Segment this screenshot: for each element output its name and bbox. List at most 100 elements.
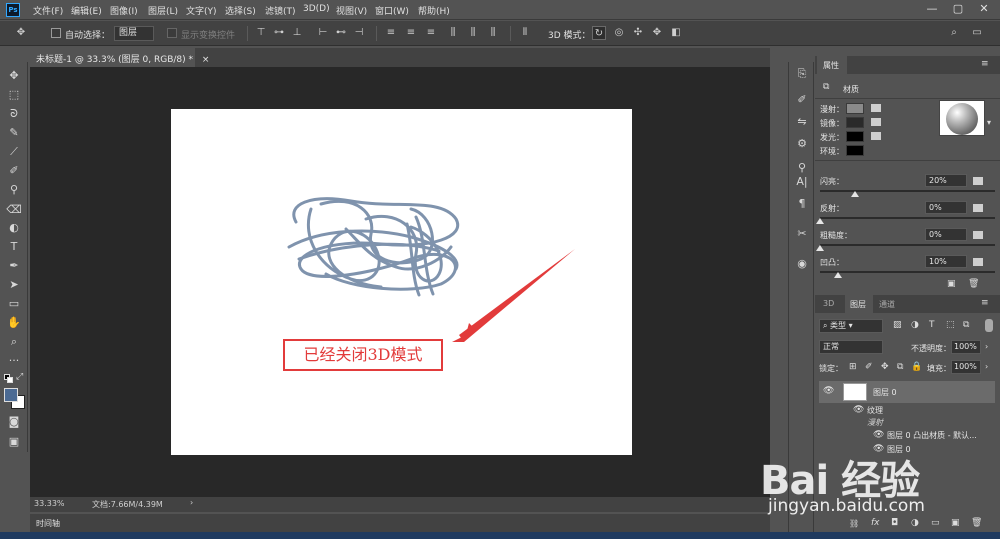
new-material-icon[interactable]: ▣ — [947, 279, 956, 289]
slide-3d-icon[interactable]: ✥ — [650, 26, 664, 40]
adjustments-icon[interactable]: ⇋ — [794, 114, 810, 130]
foreground-color-swatch[interactable] — [4, 388, 18, 402]
diffuse-folder-icon[interactable] — [871, 104, 881, 112]
layer-effect-diffuse[interactable]: 漫射 — [867, 417, 883, 428]
close-window-button[interactable]: ✕ — [974, 0, 994, 18]
lock-all-icon[interactable]: 🔒 — [911, 362, 922, 372]
shine-slider[interactable] — [820, 190, 995, 192]
maximize-button[interactable]: ▢ — [948, 0, 968, 18]
zoom-tool-icon[interactable]: ⌕ — [6, 334, 22, 350]
bump-slider[interactable] — [820, 271, 995, 273]
menu-window[interactable]: 窗口(W) — [375, 4, 409, 17]
zoom-level[interactable]: 33.33% — [34, 499, 65, 508]
bump-value[interactable]: 10% — [925, 255, 967, 268]
lock-artboard-icon[interactable]: ⧉ — [897, 362, 903, 372]
diffuse-swatch[interactable] — [846, 103, 864, 114]
menu-file[interactable]: 文件(F) — [33, 4, 63, 17]
distribute-right-icon[interactable]: ⫼ — [486, 26, 500, 40]
lock-position-icon[interactable]: ✥ — [881, 362, 889, 372]
roughness-slider[interactable] — [820, 244, 995, 246]
dodge-tool-icon[interactable]: ◐ — [6, 220, 22, 236]
layer-name[interactable]: 图层 0 — [873, 387, 897, 398]
lock-pixels-icon[interactable]: ✐ — [865, 362, 873, 372]
specular-swatch[interactable] — [846, 117, 864, 128]
align-hcenter-icon[interactable]: ⊷ — [334, 26, 348, 40]
specular-folder-icon[interactable] — [871, 118, 881, 126]
shine-value[interactable]: 20% — [925, 174, 967, 187]
distribute-top-icon[interactable]: ≡ — [384, 26, 398, 40]
illumination-swatch[interactable] — [846, 131, 864, 142]
menu-type[interactable]: 文字(Y) — [186, 4, 217, 17]
scale-3d-icon[interactable]: ◧ — [669, 26, 683, 40]
bump-slider-knob[interactable] — [833, 272, 842, 278]
filter-shape-icon[interactable]: ⬚ — [946, 320, 955, 330]
filter-adjustment-icon[interactable]: ◑ — [911, 320, 919, 330]
pen-tool-icon[interactable]: ✒ — [6, 258, 22, 274]
swap-colors-icon[interactable]: ⤢ — [16, 372, 23, 382]
filter-smart-icon[interactable]: ⧉ — [963, 320, 969, 330]
roughness-value[interactable]: 0% — [925, 228, 967, 241]
layer-row[interactable]: 👁 图层 0 — [819, 381, 995, 403]
panel-menu-icon[interactable]: ≡ — [981, 298, 989, 308]
tab-channels[interactable]: 通道 — [879, 299, 895, 310]
filter-toggle[interactable] — [985, 319, 993, 332]
screen-mode-icon[interactable]: ▣ — [6, 434, 22, 450]
close-tab-icon[interactable]: × — [202, 55, 210, 65]
material-picker-chevron-icon[interactable]: ▾ — [987, 118, 991, 127]
minimize-button[interactable]: — — [922, 0, 942, 18]
layer-filter-select[interactable]: ⌕ 类型 ▾ — [819, 319, 883, 333]
roughness-slider-knob[interactable] — [816, 245, 824, 251]
show-transform-checkbox[interactable] — [167, 28, 177, 38]
lock-transparent-icon[interactable]: ⊞ — [849, 362, 857, 372]
stamp-tool-icon[interactable]: ⚲ — [6, 182, 22, 198]
fill-chevron-icon[interactable]: › — [985, 362, 988, 371]
illumination-folder-icon[interactable] — [871, 132, 881, 140]
quick-mask-icon[interactable]: ◙ — [6, 414, 22, 430]
pan-3d-icon[interactable]: ✣ — [631, 26, 645, 40]
path-select-tool-icon[interactable]: ➤ — [6, 277, 22, 293]
lasso-tool-icon[interactable]: ᘐ — [6, 106, 22, 122]
menu-image[interactable]: 图像(I) — [110, 4, 138, 17]
align-right-icon[interactable]: ⊣ — [352, 26, 366, 40]
menu-edit[interactable]: 编辑(E) — [71, 4, 102, 17]
shine-folder-icon[interactable] — [973, 177, 983, 185]
opacity-input[interactable]: 100% — [951, 340, 981, 354]
panel-menu-icon[interactable]: ≡ — [981, 59, 989, 69]
align-left-icon[interactable]: ⊢ — [316, 26, 330, 40]
auto-select-dropdown[interactable]: 图层 — [114, 26, 154, 41]
link-layers-icon[interactable]: ⛓ — [849, 519, 859, 528]
more-tools-icon[interactable]: ··· — [6, 353, 22, 369]
brush-tool-icon[interactable]: ✐ — [6, 163, 22, 179]
menu-select[interactable]: 选择(S) — [225, 4, 256, 17]
default-colors-icon[interactable] — [4, 374, 14, 384]
reflection-slider-knob[interactable] — [816, 218, 824, 224]
material-preview[interactable] — [939, 100, 985, 136]
auto-align-icon[interactable]: ⫴ — [518, 26, 532, 40]
history-icon[interactable]: ⎘ — [794, 66, 810, 82]
document-canvas[interactable] — [171, 109, 632, 455]
opacity-chevron-icon[interactable]: › — [985, 342, 988, 351]
type-tool-icon[interactable]: T — [6, 239, 22, 255]
menu-view[interactable]: 视图(V) — [336, 4, 367, 17]
distribute-vcenter-icon[interactable]: ≡ — [404, 26, 418, 40]
status-menu-chevron-icon[interactable]: › — [190, 498, 193, 507]
filter-type-icon[interactable]: T — [929, 320, 935, 330]
hand-tool-icon[interactable]: ✋ — [6, 315, 22, 331]
character-icon[interactable]: A| — [794, 174, 810, 190]
visibility-eye-icon[interactable]: 👁 — [853, 405, 864, 415]
align-vcenter-icon[interactable]: ⊶ — [272, 26, 286, 40]
roughness-folder-icon[interactable] — [973, 231, 983, 239]
timeline-tab[interactable]: 时间轴 — [36, 518, 60, 529]
quick-select-tool-icon[interactable]: ✎ — [6, 125, 22, 141]
move-tool-icon[interactable]: ✥ — [6, 68, 22, 84]
layer-effect-texture[interactable]: 纹理 — [867, 405, 883, 416]
fill-input[interactable]: 100% — [951, 360, 981, 374]
menu-3d[interactable]: 3D(D) — [303, 4, 330, 14]
libraries-icon[interactable]: ◉ — [794, 256, 810, 272]
tab-layers[interactable]: 图层 — [850, 299, 866, 310]
align-bottom-icon[interactable]: ⊥ — [290, 26, 304, 40]
visibility-eye-icon[interactable]: 👁 — [823, 386, 834, 396]
properties-tab[interactable]: 属性 — [823, 60, 839, 71]
menu-help[interactable]: 帮助(H) — [418, 4, 450, 17]
align-top-icon[interactable]: ⊤ — [254, 26, 268, 40]
